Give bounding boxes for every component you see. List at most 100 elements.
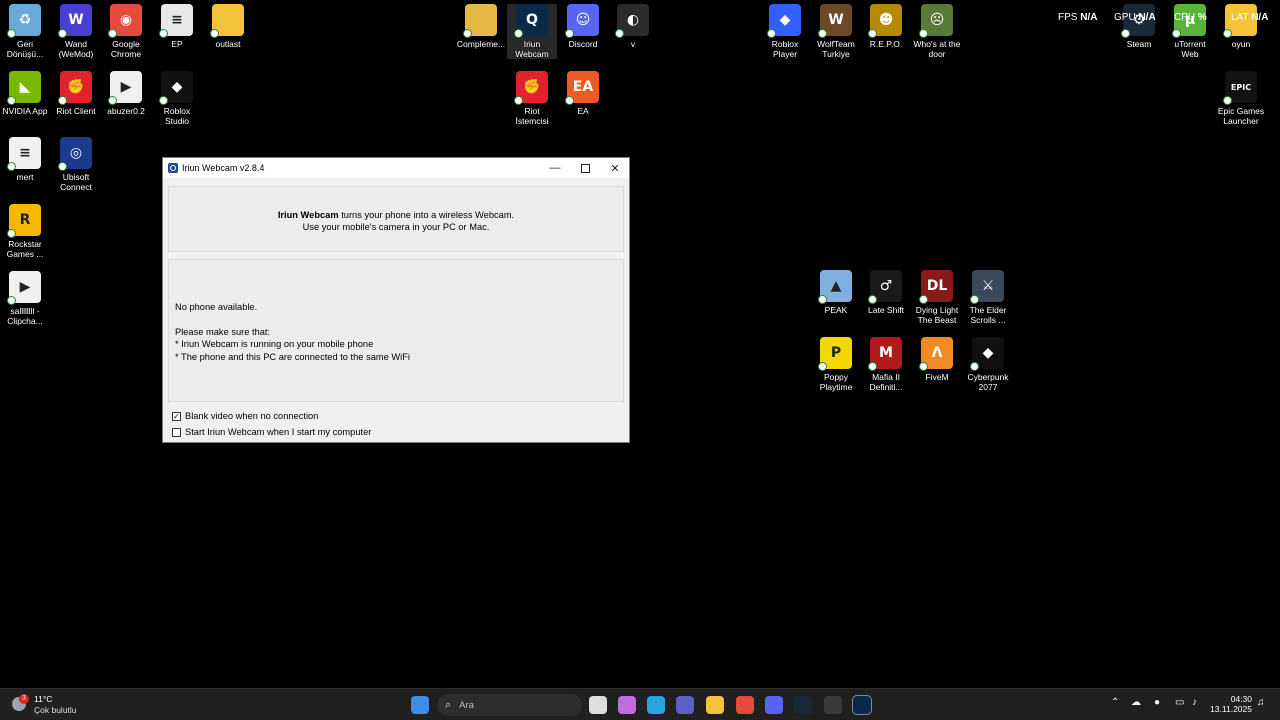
sync-status-icon [919, 295, 928, 304]
desktop-icon-label: outlast [215, 39, 241, 49]
notification-badge: 3 [19, 694, 29, 704]
sync-status-icon [210, 29, 219, 38]
teams-icon[interactable] [676, 696, 694, 714]
desktop-icon-chrome[interactable]: ◉ Google Chrome [101, 4, 151, 59]
desktop-icon-abuzer[interactable]: ▶ abuzer0.2 [101, 71, 151, 116]
chrome-icon: ◉ [108, 4, 142, 38]
blank-video-option[interactable]: ✓ Blank video when no connection [172, 411, 318, 421]
desktop-icon-label: abuzer0.2 [107, 106, 145, 116]
volume-icon[interactable]: ♪ [1192, 697, 1197, 708]
desktop-icon-label: EA [577, 106, 589, 116]
desktop-icon-label: Steam [1126, 39, 1152, 49]
desktop-icon-riot-istemcisi[interactable]: ✊ Riot İstemcisi [507, 71, 557, 126]
copilot-icon[interactable] [618, 696, 636, 714]
desktop-icon-late-shift[interactable]: ♂ Late Shift [861, 270, 911, 315]
start-icon[interactable] [411, 696, 429, 714]
close-button[interactable]: ✕ [600, 158, 630, 178]
desktop-icon-poppy[interactable]: P Poppy Playtime [811, 337, 861, 392]
sync-status-icon [58, 162, 67, 171]
desktop-icon-iriun[interactable]: Q Iriun Webcam [507, 4, 557, 59]
desktop-icon-wolfteam[interactable]: W WolfTeam Turkiye [811, 4, 861, 59]
desktop-icon-discord[interactable]: ☺ Discord [558, 4, 608, 49]
blank-video-checkbox[interactable]: ✓ [172, 411, 181, 421]
desktop-icon-ep[interactable]: ≡ EP [152, 4, 202, 49]
fivem-icon: Λ [919, 337, 953, 371]
desktop-icon-roblox-studio[interactable]: ◆ Roblox Studio [152, 71, 202, 126]
chrome-tb-icon[interactable] [736, 696, 754, 714]
desktop-icon-wand[interactable]: W Wand (WeMod) [51, 4, 101, 59]
desktop-icon-epic[interactable]: EPIC Epic Games Launcher [1216, 71, 1266, 126]
status-text: No phone available. [175, 302, 258, 312]
desktop-icon-mafia[interactable]: M Mafia II Definiti... [861, 337, 911, 392]
sync-status-icon [868, 362, 877, 371]
weather-widget[interactable]: 3 11°C Çok bulutlu [12, 694, 92, 716]
whos-at-door-icon: ☹ [919, 4, 953, 38]
window-titlebar[interactable]: Iriun Webcam v2.8.4 — ✕ [163, 158, 629, 178]
desktop-icon-rockstar[interactable]: R Rockstar Games ... [0, 204, 50, 259]
sync-status-icon [514, 96, 523, 105]
hint-item: * Iriun Webcam is running on your mobile… [175, 339, 374, 349]
rockstar-icon: R [7, 204, 41, 238]
show-hidden-icons-chevron-up-icon[interactable]: ⌃ [1111, 697, 1119, 708]
sync-status-icon [514, 29, 523, 38]
desktop-icon-ubisoft[interactable]: ◎ Ubisoft Connect [51, 137, 101, 192]
desktop-icon-riot[interactable]: ✊ Riot Client [51, 71, 101, 116]
fps-overlay: FPS N/A [1058, 12, 1098, 23]
search-box[interactable]: ⌕ Ara [437, 694, 582, 716]
gpu-overlay: GPU N/A [1114, 12, 1156, 23]
desktop-icon-oyun[interactable]: oyun [1216, 4, 1266, 49]
blank-video-label: Blank video when no connection [185, 411, 319, 421]
iriun-tb-icon[interactable] [852, 695, 872, 715]
obs-tb-icon[interactable] [824, 696, 842, 714]
desktop-icon-label: Roblox Studio [163, 106, 191, 126]
intro-line-2: Use your mobile's camera in your PC or M… [302, 222, 490, 232]
wand-icon: W [58, 4, 92, 38]
startup-option[interactable]: Start Iriun Webcam when I start my compu… [172, 427, 371, 437]
discord-tb-icon[interactable] [765, 696, 783, 714]
desktop-icon-roblox-player[interactable]: ◆ Roblox Player [760, 4, 810, 59]
desktop-icon-repo[interactable]: ☻ R.E.P.O. [861, 4, 911, 49]
desktop-icon-peak[interactable]: ▲ PEAK [811, 270, 861, 315]
notifications-bell-icon[interactable]: ♫ [1257, 697, 1265, 708]
desktop-icon-obs[interactable]: ◐ v [608, 4, 658, 49]
desktop-icon-clipchamp[interactable]: ▶ sallllllll - Clipcha... [0, 271, 50, 326]
desktop-icon-outlast[interactable]: outlast [203, 4, 253, 49]
intro-text: turns your phone into a wireless Webcam. [338, 210, 515, 220]
taskbar: 3 11°C Çok bulutlu ⌕ Ara ⌃ ☁ ● ▭ ♪ 04:30… [0, 688, 1280, 720]
desktop-icon-cyberpunk[interactable]: ◆ Cyberpunk 2077 [963, 337, 1013, 392]
desktop-icon-nvidia[interactable]: ◣ NVIDIA App [0, 71, 50, 116]
sync-status-icon [7, 29, 16, 38]
sync-status-icon [58, 96, 67, 105]
explorer-icon[interactable] [706, 696, 724, 714]
task-view-icon[interactable] [589, 696, 607, 714]
epic-icon: EPIC [1223, 71, 1257, 105]
ea-icon: EA [565, 71, 599, 105]
steam-tb-icon[interactable] [794, 696, 812, 714]
edge-icon[interactable] [647, 696, 665, 714]
desktop-icon-complement[interactable]: Compleme... [456, 4, 506, 49]
desktop-icon-label: FiveM [925, 372, 949, 382]
startup-checkbox[interactable] [172, 427, 181, 437]
roblox-studio-icon: ◆ [159, 71, 193, 105]
sync-status-icon [463, 29, 472, 38]
desktop-icon-ea[interactable]: EA EA [558, 71, 608, 116]
desktop-icon-label: Iriun Webcam [515, 39, 549, 59]
desktop-icon-label: Geri Dönüşü... [6, 39, 44, 59]
network-icon[interactable]: ▭ [1175, 697, 1184, 708]
abuzer-icon: ▶ [108, 71, 142, 105]
microphone-icon[interactable]: ● [1154, 697, 1160, 708]
desktop-icon-dying-light[interactable]: DL Dying Light The Beast [912, 270, 962, 325]
desktop-icon-mert[interactable]: ≡ mert [0, 137, 50, 182]
desktop-icon-steam[interactable]: ⚙ Steam [1114, 4, 1164, 49]
desktop-icon-recycle[interactable]: ♻ Geri Dönüşü... [0, 4, 50, 59]
desktop-icon-label: Roblox Player [771, 39, 799, 59]
clock[interactable]: 04:30 13.11.2025 [1208, 694, 1252, 714]
hint-item: * The phone and this PC are connected to… [175, 351, 410, 362]
desktop-icon-elder-scrolls[interactable]: ⚔ The Elder Scrolls ... [963, 270, 1013, 325]
minimize-button[interactable]: — [540, 158, 570, 178]
maximize-button[interactable] [570, 158, 600, 178]
onedrive-icon[interactable]: ☁ [1131, 697, 1141, 708]
desktop-icon-label: PEAK [824, 305, 848, 315]
desktop-icon-whos-at-door[interactable]: ☹ Who's at the door [912, 4, 962, 59]
desktop-icon-fivem[interactable]: Λ FiveM [912, 337, 962, 382]
